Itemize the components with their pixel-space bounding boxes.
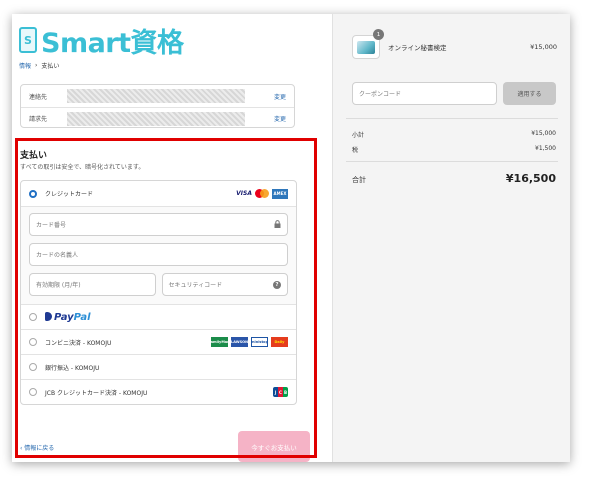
subtotal-label: 小計 <box>352 132 365 139</box>
quantity-badge: 1 <box>373 29 384 40</box>
breadcrumb-info[interactable]: 情報 <box>19 61 31 70</box>
total-label: 合計 <box>352 176 366 184</box>
contact-value-redacted <box>67 89 245 103</box>
product-name: オンライン秘書検定 <box>388 44 447 52</box>
total-value: ¥16,500 <box>505 172 556 185</box>
billing-value-redacted <box>67 111 245 126</box>
product-line: 1 オンライン秘書検定 ¥15,000 <box>352 29 557 61</box>
subtotal-value: ¥15,000 <box>531 130 556 137</box>
tax-label: 税 <box>352 147 359 154</box>
screenshot-stage: S Smart資格 情報 › 支払い 連絡先 変更 請求先 変更 支払い すべて… <box>0 0 600 486</box>
change-billing-link[interactable]: 変更 <box>274 114 286 123</box>
breadcrumb-payment: 支払い <box>41 63 60 70</box>
summary-divider <box>346 161 558 162</box>
contact-row: 連絡先 変更 <box>21 85 294 107</box>
chevron-right-icon: › <box>35 62 38 69</box>
apply-coupon-button[interactable]: 適用する <box>503 82 556 105</box>
contact-label: 連絡先 <box>29 93 48 101</box>
breadcrumb: 情報 › 支払い <box>19 61 59 70</box>
product-image <box>357 41 375 54</box>
subtotal-row: 小計 ¥15,000 <box>352 130 556 139</box>
tax-row: 税 ¥1,500 <box>352 145 556 154</box>
contact-summary: 連絡先 変更 請求先 変更 <box>20 84 295 128</box>
site-logo[interactable]: S Smart資格 <box>19 22 184 59</box>
coupon-input[interactable]: クーポンコード <box>352 82 497 105</box>
logo-icon: S <box>19 27 37 53</box>
logo-text: Smart資格 <box>41 27 184 59</box>
billing-label: 請求先 <box>29 116 48 123</box>
highlight-box <box>15 138 317 458</box>
billing-row: 請求先 変更 <box>21 107 294 129</box>
total-row: 合計 ¥16,500 <box>352 172 556 185</box>
product-price: ¥15,000 <box>530 43 557 51</box>
product-thumbnail: 1 <box>352 29 384 59</box>
tax-value: ¥1,500 <box>535 145 556 152</box>
coupon-placeholder: クーポンコード <box>359 91 402 98</box>
summary-divider <box>346 118 558 119</box>
change-contact-link[interactable]: 変更 <box>274 92 286 101</box>
